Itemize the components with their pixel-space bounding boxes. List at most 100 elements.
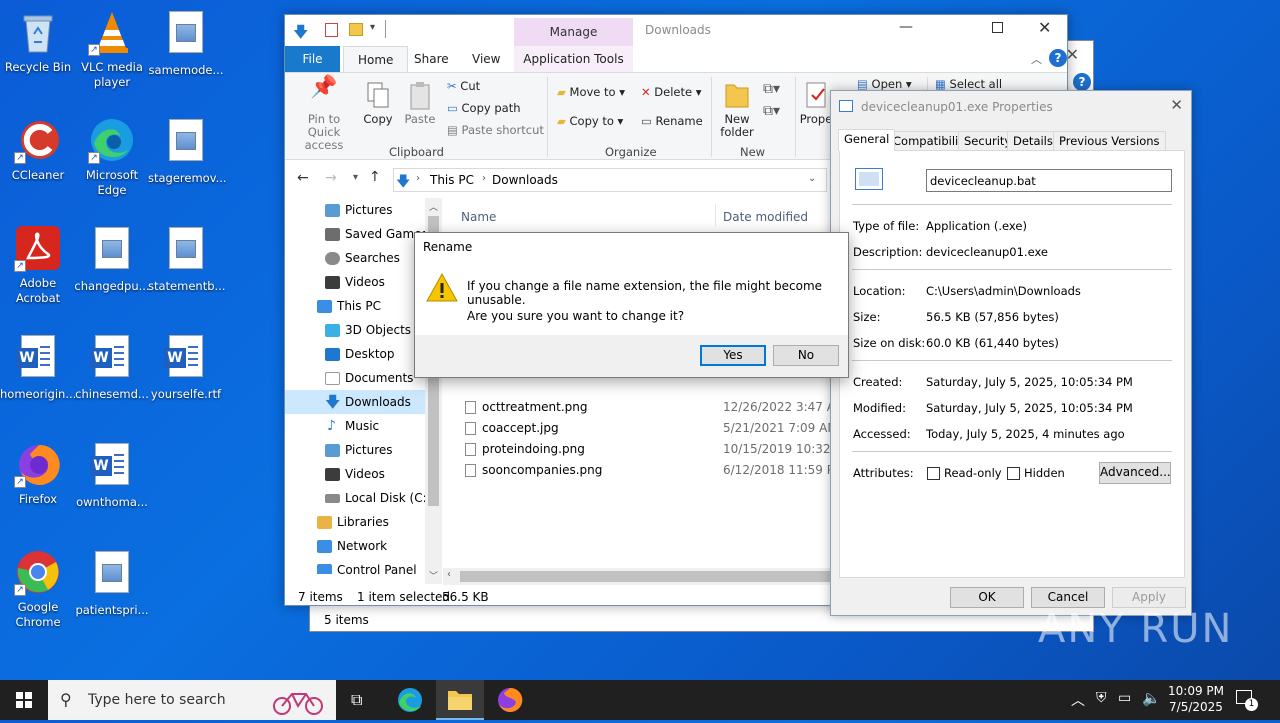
back-arrow-icon[interactable]: ← (297, 170, 309, 186)
nav-item-3d-objects[interactable]: 3D Objects (285, 318, 425, 342)
breadcrumb-downloads[interactable]: Downloads (492, 173, 558, 187)
taskbar-edge[interactable] (386, 680, 434, 720)
filename-input[interactable] (926, 169, 1172, 192)
desktop-icon-patientspri[interactable]: patientspri... (74, 548, 150, 618)
close-icon[interactable]: ✕ (1170, 96, 1183, 114)
desktop-icon-ccleaner[interactable]: ↗ CCleaner (0, 116, 76, 183)
nav-item-pictures[interactable]: Pictures (285, 198, 425, 222)
tab-home[interactable]: Home (343, 46, 409, 73)
nav-item-control-panel[interactable]: Control Panel (285, 558, 425, 574)
no-button[interactable]: No (773, 345, 839, 366)
start-button[interactable] (0, 680, 48, 720)
desktop-icon-stageremov[interactable]: stageremov... (148, 116, 227, 186)
file-row[interactable]: octtreatment.png 12/26/2022 3:47 AM (463, 397, 863, 418)
volume-icon[interactable]: 🔈 (1142, 689, 1161, 707)
paste-shortcut-button[interactable]: ▤ Paste shortcut (447, 123, 544, 137)
desktop-icon-samemode[interactable]: samemode... (148, 8, 224, 78)
tab-share[interactable]: Share (400, 46, 463, 72)
tab-previous-versions[interactable]: Previous Versions (1053, 131, 1166, 151)
desktop-icon-recycle-bin[interactable]: Recycle Bin (0, 8, 76, 75)
copy-to-button[interactable]: ▰ Copy to ▾ (557, 114, 623, 128)
file-row[interactable]: sooncompanies.png 6/12/2018 11:59 PM (463, 460, 863, 481)
taskbar-firefox[interactable] (486, 680, 534, 720)
properties-button[interactable]: Prope (799, 81, 833, 126)
cut-button[interactable]: ✂ Cut (447, 79, 480, 93)
ok-button[interactable]: OK (950, 587, 1024, 608)
nav-item-videos[interactable]: Videos (285, 270, 425, 294)
tab-details[interactable]: Details (1007, 131, 1059, 151)
nav-item-searches[interactable]: Searches (285, 246, 425, 270)
taskbar-file-explorer[interactable] (436, 680, 484, 720)
desktop-icon-homeorigin[interactable]: W homeorigin... (0, 332, 76, 402)
clock[interactable]: 10:09 PM 7/5/2025 (1168, 683, 1224, 715)
tab-file[interactable]: File (285, 46, 340, 72)
read-only-checkbox[interactable] (927, 467, 940, 480)
desktop-icon-changedpu[interactable]: changedpu... (74, 224, 150, 294)
manage-context-tab[interactable]: Manage (514, 18, 633, 46)
tab-general[interactable]: General (838, 129, 896, 151)
title-bar[interactable]: 🡇 ▾ Manage Downloads — ✕ (285, 15, 1067, 46)
desktop-icon-vlc[interactable]: ↗ VLC media player (74, 8, 150, 90)
minimize-icon[interactable]: — (899, 19, 913, 35)
new-folder-qa-icon[interactable] (349, 23, 363, 36)
file-row[interactable]: coaccept.jpg 5/21/2021 7:09 AM (463, 418, 863, 439)
scroll-up-icon[interactable]: ︿ (429, 200, 438, 213)
apply-button[interactable]: Apply (1112, 587, 1186, 608)
desktop-icon-acrobat[interactable]: ↗ Adobe Acrobat (0, 224, 76, 306)
breadcrumb-this-pc[interactable]: This PC (430, 173, 474, 187)
task-view-button[interactable]: ⧉ (336, 680, 384, 720)
nav-item-this-pc[interactable]: This PC (285, 294, 425, 318)
desktop-icon-ownthoma[interactable]: W ownthoma... (74, 440, 150, 510)
pin-to-quick-access-button[interactable]: 📌 Pin to Quick access (291, 77, 357, 152)
nav-item-libraries[interactable]: Libraries (285, 510, 425, 534)
rename-button[interactable]: ▭ Rename (641, 114, 703, 128)
scroll-left-icon[interactable]: ‹ (447, 569, 451, 580)
forward-arrow-icon[interactable]: → (325, 170, 337, 186)
chevron-down-icon[interactable]: ⌄ (808, 173, 816, 184)
nav-item-saved-games[interactable]: Saved Games (285, 222, 425, 246)
tab-view[interactable]: View (458, 46, 514, 72)
advanced-button[interactable]: Advanced... (1099, 462, 1171, 484)
yes-button[interactable]: Yes (700, 345, 766, 366)
new-folder-button[interactable]: New folder (715, 79, 759, 139)
delete-button[interactable]: ✕ Delete ▾ (641, 85, 702, 99)
desktop-icon-firefox[interactable]: ↗ Firefox (0, 440, 76, 507)
desktop-icon-edge[interactable]: ↗ Microsoft Edge (74, 116, 150, 198)
file-row[interactable]: proteindoing.png 10/15/2019 10:32 AM (463, 439, 863, 460)
rename-dialog[interactable]: Rename If you change a file name extensi… (414, 232, 849, 378)
properties-qa-icon[interactable] (325, 23, 338, 37)
paste-button[interactable]: Paste (401, 81, 439, 126)
easy-access-icon[interactable]: ⧉▾ (763, 103, 780, 119)
collapse-ribbon-icon[interactable]: ︿ (1031, 51, 1042, 67)
properties-window[interactable]: devicecleanup01.exe Properties ✕ General… (830, 90, 1192, 616)
copy-button[interactable]: Copy (359, 81, 397, 126)
cancel-button[interactable]: Cancel (1031, 587, 1105, 608)
scroll-down-icon[interactable]: ﹀ (429, 569, 438, 582)
desktop-icon-statementb[interactable]: statementb... (148, 224, 225, 294)
taskbar-search[interactable]: ⚲ Type here to search (48, 680, 336, 720)
desktop-icon-chrome[interactable]: ↗ Google Chrome (0, 548, 76, 630)
notifications-button[interactable]: 1 (1236, 690, 1258, 711)
move-to-button[interactable]: ▰ Move to ▾ (557, 85, 625, 99)
help-icon[interactable]: ? (1073, 73, 1091, 91)
column-header-name[interactable]: Name (461, 210, 496, 224)
nav-item-pictures-2[interactable]: Pictures (285, 438, 425, 462)
column-header-date[interactable]: Date modified (723, 210, 808, 224)
nav-item-documents[interactable]: Documents (285, 366, 425, 390)
nav-item-downloads[interactable]: 🡇 Downloads (285, 390, 425, 414)
chevron-up-icon[interactable]: ︿ (1071, 690, 1085, 710)
defender-icon[interactable]: ⛨ (1096, 690, 1107, 706)
nav-item-music[interactable]: ♪ Music (285, 414, 425, 438)
tab-application-tools[interactable]: Application Tools (514, 46, 633, 72)
copy-path-button[interactable]: ▭ Copy path (447, 101, 521, 115)
desktop-icon-chinesemd[interactable]: W chinesemd... (74, 332, 150, 402)
hidden-checkbox[interactable] (1007, 467, 1020, 480)
close-icon[interactable]: ✕ (1038, 18, 1051, 37)
network-icon[interactable]: ▭ (1118, 690, 1131, 706)
scroll-thumb[interactable] (460, 571, 830, 582)
open-button[interactable]: ▤ Open ▾ (857, 77, 912, 91)
address-bar[interactable]: 🡇 › This PC › Downloads ⌄ (393, 168, 827, 192)
recent-locations-icon[interactable]: ▾ (353, 172, 358, 183)
desktop-icon-yourselfe[interactable]: W yourselfe.rtf (148, 332, 224, 402)
up-arrow-icon[interactable]: ↑ (369, 169, 381, 185)
